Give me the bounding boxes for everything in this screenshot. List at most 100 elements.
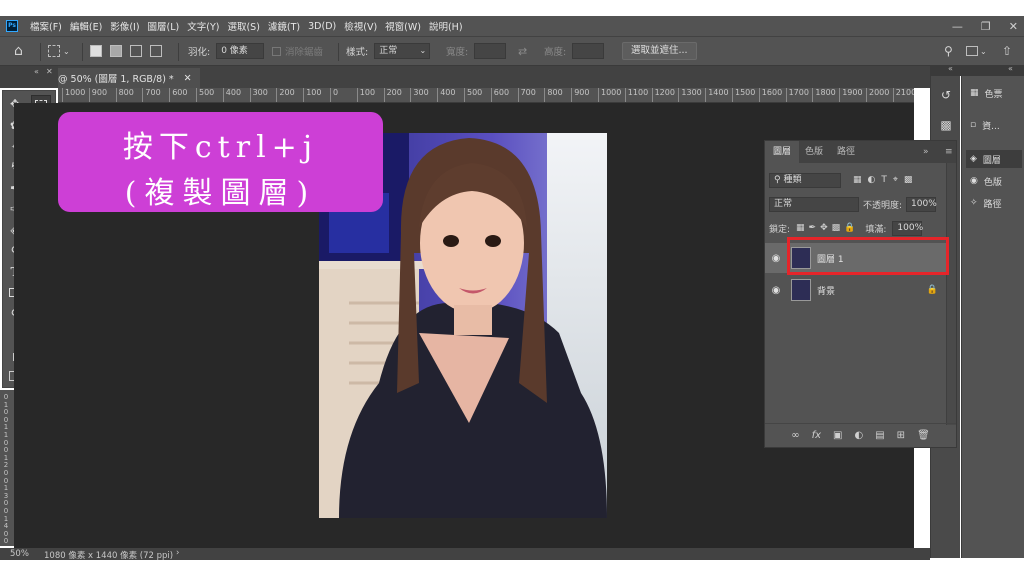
tab-paths[interactable]: 路徑 (829, 141, 863, 163)
menu-layer[interactable]: 圖層(L) (148, 19, 180, 33)
ruler-tick: 0 (3, 507, 9, 515)
visibility-eye-icon[interactable]: ◉ (765, 285, 787, 296)
new-layer-icon[interactable]: ⊞ (897, 430, 905, 441)
link-layers-icon[interactable]: ∞ (791, 430, 799, 441)
filter-kind-select[interactable]: ⚲ 種類 (769, 172, 841, 188)
ruler-tick: 2000 (866, 88, 889, 102)
new-group-icon[interactable]: ▤ (875, 430, 884, 441)
layer-filter-row: ⚲ 種類 ▦◐T⌖▩ (769, 171, 918, 189)
search-icon[interactable]: ⚲ (944, 43, 953, 59)
highlight-annotation-box (787, 237, 949, 275)
blend-mode-select[interactable]: 正常 (769, 196, 859, 212)
width-input[interactable] (474, 43, 507, 59)
menu-view[interactable]: 檢視(V) (344, 19, 377, 33)
workspace-icon (966, 46, 978, 56)
marquee-preset-picker[interactable]: ⌄ (48, 43, 70, 59)
new-selection-icon[interactable] (90, 45, 102, 57)
ruler-tick: 1900 (839, 88, 863, 102)
workspace-switcher[interactable]: ⌄ (966, 43, 987, 59)
history-panel-icon[interactable]: ↺ (935, 84, 957, 106)
close-panel-icon[interactable]: ✕ (46, 67, 53, 76)
dock-layers[interactable]: ◈ 圖層 (966, 150, 1022, 168)
dock-paths[interactable]: ✧ 路徑 (966, 194, 1022, 212)
dock-info[interactable]: ▫ 資... (966, 116, 1022, 134)
share-icon[interactable]: ⇧ (1002, 43, 1012, 59)
ruler-tick: 600 (169, 88, 187, 102)
fill-input[interactable]: 100% (892, 220, 923, 236)
ruler-tick: 900 (88, 88, 107, 102)
antialias-label: 消除鋸齒 (285, 47, 324, 58)
expand-icon[interactable]: » (915, 141, 937, 163)
chevron-right-icon[interactable]: › (176, 548, 179, 558)
ruler-tick: 900 (571, 88, 589, 102)
subtract-selection-icon[interactable] (130, 45, 142, 57)
menu-select[interactable]: 選取(S) (227, 19, 259, 33)
swap-icon[interactable]: ⇄ (518, 43, 527, 59)
select-and-mask-button[interactable]: 選取並遮住... (622, 42, 697, 60)
window-controls: — ❐ ✕ (952, 16, 1018, 36)
close-tab-icon[interactable]: ✕ (184, 73, 192, 84)
lock-label: 鎖定: (769, 224, 791, 235)
menu-file[interactable]: 檔案(F) (30, 19, 62, 33)
ruler-tick: 500 (196, 88, 214, 102)
collapse-icon[interactable]: « (948, 64, 953, 73)
ruler-tick: 1400 (705, 88, 729, 102)
menu-3d[interactable]: 3D(D) (308, 21, 336, 32)
style-select[interactable]: 正常 ⌄ (374, 43, 431, 59)
callout-line-1: 按下ctrl+j (122, 130, 319, 165)
zoom-level[interactable]: 50% (10, 549, 29, 559)
collapse-icon[interactable]: « (34, 67, 39, 76)
dock-channels[interactable]: ◉ 色版 (966, 172, 1022, 190)
height-input[interactable] (572, 43, 605, 59)
ruler-tick: 1800 (812, 88, 836, 102)
tab-channels[interactable]: 色版 (797, 141, 831, 163)
home-icon[interactable]: ⌂ (14, 43, 23, 59)
tab-layers[interactable]: 圖層 (765, 141, 800, 163)
antialias-checkbox[interactable]: 消除鋸齒 (272, 43, 323, 59)
menu-type[interactable]: 文字(Y) (187, 19, 219, 33)
delete-layer-icon[interactable]: 🗑 (917, 430, 930, 441)
layer-row-background[interactable]: ◉ 背景 🔒 (765, 275, 948, 305)
intersect-selection-icon[interactable] (150, 45, 162, 57)
ruler-tick: 700 (142, 88, 161, 102)
ruler-tick: 300 (249, 88, 268, 102)
document-tab-row: @ 50% (圖層 1, RGB/8) * ✕ (0, 66, 930, 88)
dock-channels-label: 色版 (983, 177, 1002, 188)
toolbar-header: « ✕ (0, 66, 58, 80)
document-tab-title: @ 50% (圖層 1, RGB/8) * (58, 74, 174, 85)
properties-panel-icon[interactable]: ▩ (935, 114, 957, 136)
height-control: 高度: (544, 43, 605, 59)
panel-menu-icon[interactable]: ≡ (937, 141, 961, 163)
ruler-tick: 500 (464, 88, 482, 102)
minimize-icon[interactable]: — (952, 20, 963, 33)
collapse-icon[interactable]: « (1008, 64, 1013, 73)
opacity-input[interactable]: 100% (906, 196, 937, 212)
instruction-callout: 按下ctrl+j (複製圖層) (58, 112, 383, 212)
menu-filter[interactable]: 濾鏡(T) (268, 19, 300, 33)
menu-image[interactable]: 影像(I) (110, 19, 139, 33)
menu-edit[interactable]: 編輯(E) (70, 19, 102, 33)
adjustment-layer-icon[interactable]: ◐ (854, 430, 863, 441)
feather-input[interactable]: 0 像素 (216, 43, 265, 59)
chevron-down-icon: ⌄ (980, 46, 987, 56)
lock-icons[interactable]: ▦✒✥▩🔒 (796, 223, 859, 233)
ruler-tick: 1500 (732, 88, 755, 102)
layers-scrollbar[interactable] (946, 163, 956, 425)
fx-icon[interactable]: fx (812, 430, 821, 441)
add-mask-icon[interactable]: ▣ (833, 430, 842, 441)
filter-icons[interactable]: ▦◐T⌖▩ (853, 175, 918, 185)
close-icon[interactable]: ✕ (1009, 20, 1018, 33)
add-selection-icon[interactable] (110, 45, 122, 57)
restore-icon[interactable]: ❐ (981, 20, 991, 33)
visibility-eye-icon[interactable]: ◉ (765, 253, 787, 264)
ruler-tick: 1200 (651, 88, 675, 102)
document-tab[interactable]: @ 50% (圖層 1, RGB/8) * ✕ (58, 68, 200, 88)
select-mask-wrap: 選取並遮住... (622, 42, 697, 60)
top-ruler: 1000 900 800 700 600 500 400 300 200 100 0 100 200 30… (58, 88, 914, 103)
menu-window[interactable]: 視窗(W) (385, 19, 421, 33)
ruler-tick: 0 (3, 537, 9, 546)
style-value: 正常 (379, 46, 398, 56)
dock-swatches[interactable]: ▦ 色票 (966, 84, 1022, 102)
opacity-label: 不透明度: (863, 200, 903, 211)
menu-help[interactable]: 說明(H) (429, 19, 463, 33)
